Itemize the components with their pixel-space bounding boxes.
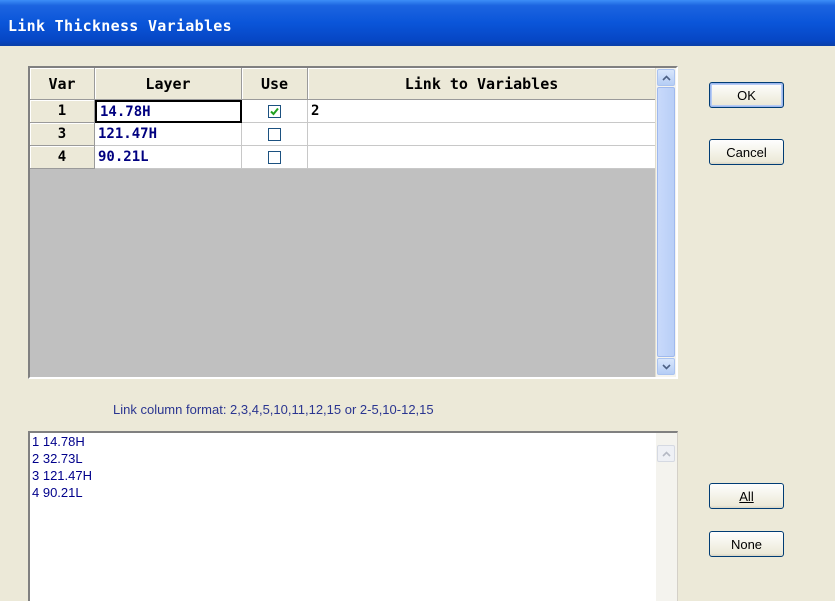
list-item[interactable]: 3 121.47H [30, 467, 677, 484]
chevron-up-icon [661, 74, 671, 81]
col-header-var[interactable]: Var [30, 68, 95, 100]
layer-cell[interactable]: 14.78H [95, 100, 242, 123]
use-cell[interactable] [242, 146, 308, 169]
use-checkbox[interactable] [268, 127, 281, 141]
link-cell[interactable]: 2 [308, 100, 656, 123]
link-cell[interactable] [308, 123, 656, 146]
chevron-up-icon [661, 450, 671, 457]
list-scrollbar[interactable] [656, 433, 677, 601]
col-header-link[interactable]: Link to Variables [308, 68, 656, 100]
use-cell[interactable] [242, 100, 308, 123]
list-item[interactable]: 1 14.78H [30, 433, 677, 450]
list-item[interactable]: 2 32.73L [30, 450, 677, 467]
cancel-button[interactable]: Cancel [709, 139, 784, 165]
variables-grid[interactable]: Var Layer Use Link to Variables 1 14.78H… [28, 66, 678, 379]
grid-scrollbar[interactable] [655, 68, 676, 377]
col-header-layer[interactable]: Layer [95, 68, 242, 100]
row-header-var[interactable]: 1 [30, 100, 95, 123]
use-cell[interactable] [242, 123, 308, 146]
checkmark-icon [270, 107, 279, 115]
col-header-use[interactable]: Use [242, 68, 308, 100]
link-cell[interactable] [308, 146, 656, 169]
none-button-label: None [730, 536, 763, 552]
chevron-down-icon [661, 363, 671, 370]
title-bar: Link Thickness Variables [0, 0, 835, 46]
row-header-var[interactable]: 3 [30, 123, 95, 146]
use-checkbox[interactable] [268, 104, 281, 118]
scroll-up-button[interactable] [657, 69, 675, 86]
layer-listbox[interactable]: 1 14.78H 2 32.73L 3 121.47H 4 90.21L [28, 431, 678, 601]
scroll-down-button[interactable] [657, 358, 675, 375]
layer-cell[interactable]: 121.47H [95, 123, 242, 146]
list-item[interactable]: 4 90.21L [30, 484, 677, 501]
use-checkbox[interactable] [268, 150, 281, 164]
row-header-var[interactable]: 4 [30, 146, 95, 169]
window-title: Link Thickness Variables [8, 17, 232, 35]
link-format-hint: Link column format: 2,3,4,5,10,11,12,15 … [113, 402, 434, 417]
scroll-thumb[interactable] [657, 87, 675, 357]
none-button[interactable]: None [709, 531, 784, 557]
all-button-label: All [739, 488, 754, 504]
ok-button[interactable]: OK [709, 82, 784, 108]
layer-cell[interactable]: 90.21L [95, 146, 242, 169]
list-scroll-up-button[interactable] [657, 445, 675, 462]
all-button[interactable]: All [709, 483, 784, 509]
